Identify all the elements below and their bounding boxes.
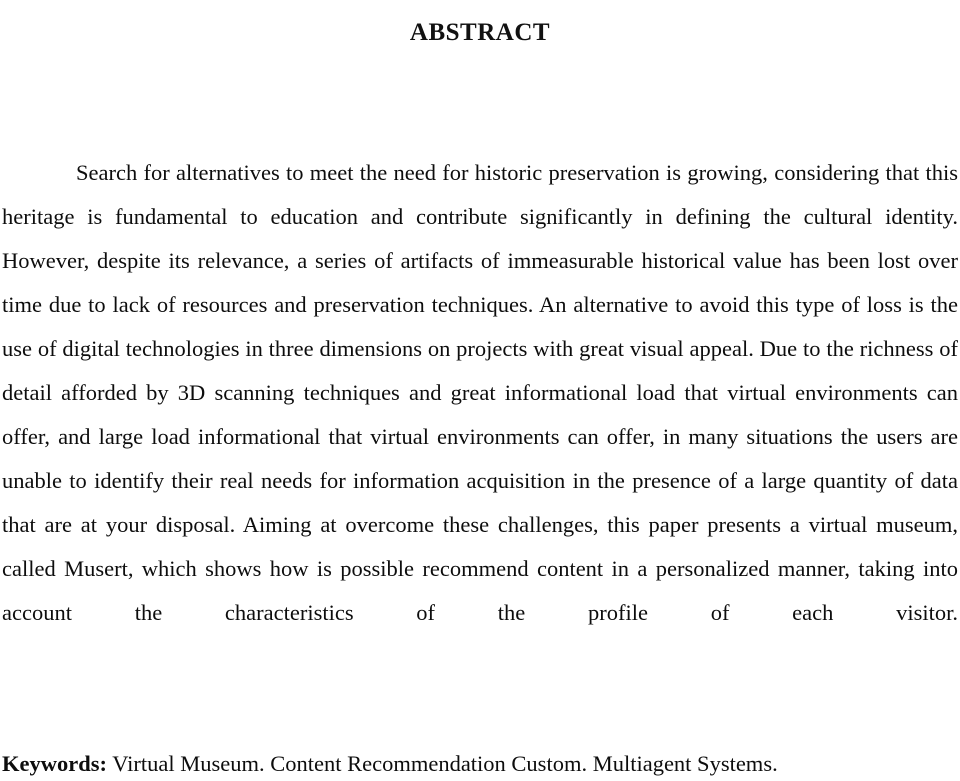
page-title: ABSTRACT	[409, 18, 551, 46]
keywords-label: Keywords:	[2, 750, 107, 776]
abstract-page: ABSTRACT Search for alternatives to meet…	[0, 0, 960, 776]
keywords-line: Keywords: Virtual Museum. Content Recomm…	[2, 747, 958, 781]
keywords-values: Virtual Museum. Content Recommendation C…	[112, 750, 778, 776]
abstract-paragraph: Search for alternatives to meet the need…	[2, 159, 958, 625]
